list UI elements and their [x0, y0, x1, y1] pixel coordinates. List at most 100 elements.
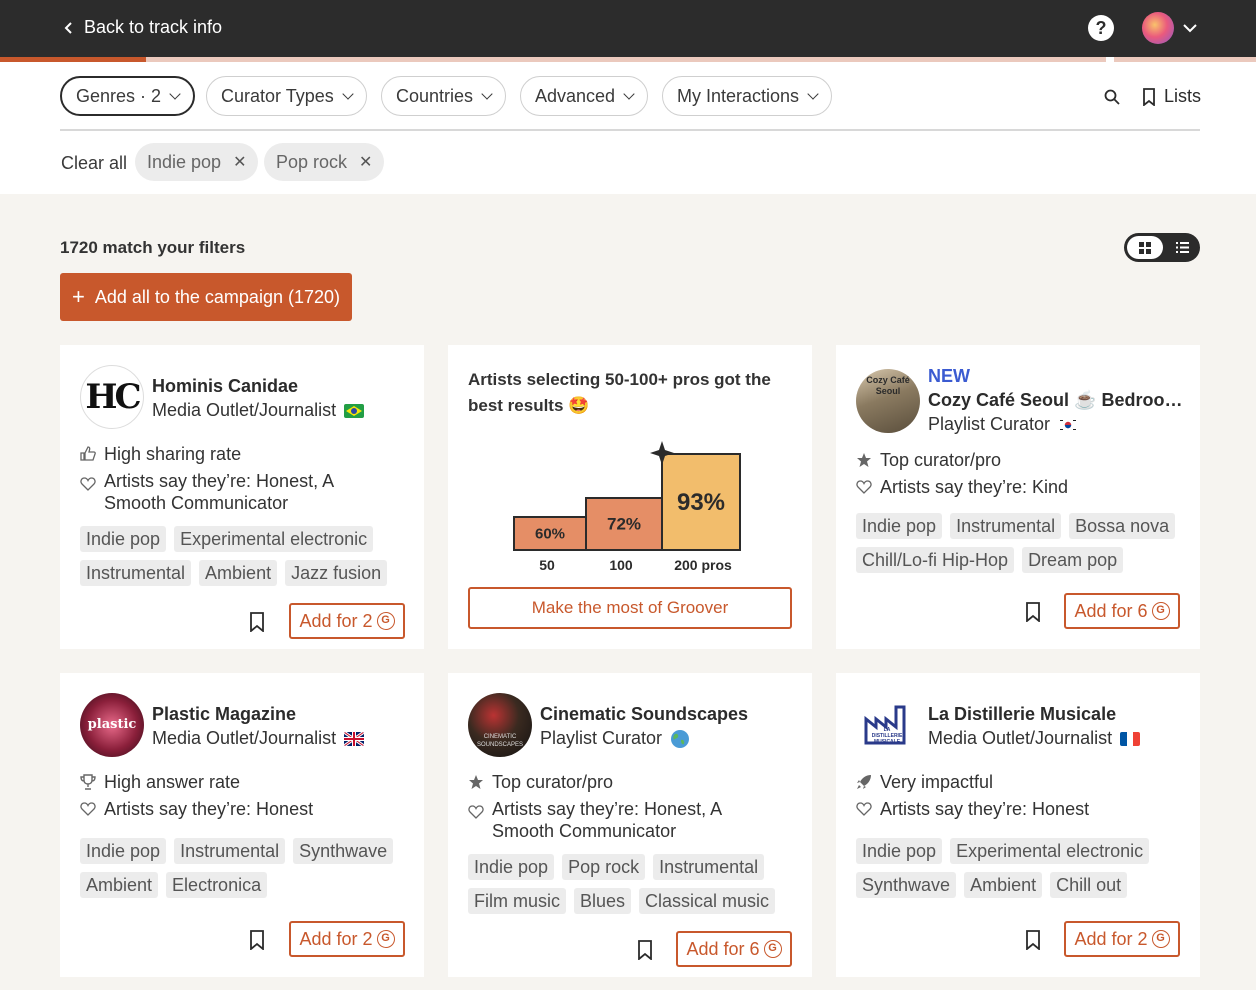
- thumbs-up-icon: [80, 446, 96, 461]
- my-interactions-filter[interactable]: My Interactions: [662, 76, 833, 116]
- chevron-down-icon: [169, 88, 181, 100]
- avatar: CINEMATIC SOUNDSCAPES: [468, 693, 532, 757]
- genre-tag: Electronica: [166, 872, 268, 898]
- add-label: Add for 2: [299, 928, 373, 949]
- my-interactions-label: My Interactions: [677, 85, 800, 106]
- heart-icon: [80, 477, 96, 491]
- curator-name: La Distillerie Musicale: [928, 704, 1117, 724]
- bookmark-icon[interactable]: [1025, 602, 1041, 622]
- genre-tag: Synthwave: [856, 872, 957, 898]
- add-to-campaign-button[interactable]: Add for 2 G: [289, 603, 405, 639]
- genre-tag: Instrumental: [653, 854, 765, 880]
- genre-tag: Blues: [574, 888, 632, 914]
- close-icon[interactable]: ✕: [359, 152, 372, 172]
- chart-category-label: 100: [609, 557, 633, 573]
- view-toggle: [1124, 233, 1200, 262]
- heart-icon: [856, 802, 872, 816]
- coin-icon: G: [376, 612, 395, 630]
- bookmark-icon[interactable]: [249, 612, 265, 632]
- curator-type-label: Media Outlet/Journalist: [152, 400, 337, 420]
- curator-type: Playlist Curator: [928, 414, 1079, 435]
- genre-tag: Dream pop: [1022, 547, 1124, 573]
- grid-view-icon[interactable]: [1127, 236, 1163, 259]
- curator-card[interactable]: CINEMATIC SOUNDSCAPES Cinematic Soundsca…: [448, 673, 812, 977]
- chart-value-label: 72%: [607, 515, 641, 534]
- coin-icon: G: [763, 940, 782, 958]
- genre-tag: Indie pop: [80, 838, 167, 864]
- promo-card: Artists selecting 50-100+ pros got the b…: [448, 345, 812, 649]
- genre-tags: Indie pop Instrumental Synthwave Ambient…: [80, 838, 410, 898]
- bookmark-icon[interactable]: [637, 940, 653, 960]
- genre-tag: Bossa nova: [1069, 513, 1176, 539]
- south-korea-flag-icon: [1058, 417, 1079, 432]
- heart-icon: [856, 480, 872, 494]
- lists-label: Lists: [1164, 86, 1202, 106]
- chip-pop-rock[interactable]: Pop rock ✕: [264, 143, 385, 181]
- genres-label: Genres · 2: [76, 85, 162, 106]
- close-icon[interactable]: ✕: [233, 152, 246, 172]
- search-icon[interactable]: [1104, 89, 1120, 105]
- uk-flag-icon: [344, 731, 365, 746]
- genre-tag: Classical music: [639, 888, 776, 914]
- stat-label: Top curator/pro: [492, 772, 614, 792]
- globe-icon: [671, 729, 690, 748]
- bookmark-icon[interactable]: [1025, 930, 1041, 950]
- stat-label: Artists say they’re: Honest: [104, 799, 314, 819]
- brazil-flag-icon: [344, 403, 365, 418]
- stat-label: Artists say they’re: Honest, A Smooth Co…: [492, 799, 722, 841]
- avatar-text: LA DISTILLERIE MUSICALE: [871, 727, 903, 745]
- advanced-filter[interactable]: Advanced: [520, 76, 649, 116]
- avatar-text: Cozy Café Seoul: [866, 375, 910, 396]
- curator-card[interactable]: HC Hominis Canidae Media Outlet/Journali…: [60, 345, 424, 649]
- trophy-icon: [80, 774, 96, 790]
- add-to-campaign-button[interactable]: Add for 6 G: [676, 931, 792, 967]
- add-all-label: Add all to the campaign (1720): [94, 286, 340, 307]
- chevron-left-icon: [64, 21, 72, 34]
- add-to-campaign-button[interactable]: Add for 6 G: [1064, 593, 1180, 629]
- results-bar-chart: 60% 50 72% 100 93% 200 pros: [513, 441, 741, 573]
- avatar-text: CINEMATIC SOUNDSCAPES: [476, 734, 523, 748]
- make-the-most-of-groover-button[interactable]: Make the most of Groover: [468, 587, 792, 629]
- stat-label: Artists say they’re: Honest: [880, 799, 1090, 819]
- chip-indie-pop[interactable]: Indie pop ✕: [135, 143, 259, 181]
- curator-types-label: Curator Types: [221, 85, 334, 106]
- chevron-down-icon[interactable]: [1182, 20, 1198, 36]
- stat-label: High answer rate: [104, 772, 241, 792]
- add-all-to-campaign-button[interactable]: + Add all to the campaign (1720): [60, 273, 352, 321]
- stat-item: Artists say they’re: Honest, A Smooth Co…: [468, 798, 768, 842]
- coin-icon: G: [1151, 602, 1170, 620]
- help-icon[interactable]: ?: [1088, 15, 1114, 41]
- back-to-track-info-link[interactable]: Back to track info: [64, 17, 222, 38]
- user-avatar[interactable]: [1142, 12, 1174, 44]
- stat-label: Artists say they’re: Kind: [880, 477, 1069, 497]
- clear-all-button[interactable]: Clear all: [61, 153, 127, 174]
- add-to-campaign-button[interactable]: Add for 2 G: [289, 921, 405, 957]
- curator-card[interactable]: plastic Plastic Magazine Media Outlet/Jo…: [60, 673, 424, 977]
- avatar: HC: [80, 365, 144, 429]
- list-view-icon[interactable]: [1166, 236, 1198, 259]
- avatar-text: HC: [85, 377, 141, 417]
- curator-type: Media Outlet/Journalist: [928, 728, 1141, 749]
- chart-category-label: 200 pros: [674, 557, 732, 573]
- chevron-down-icon: [481, 88, 493, 100]
- curator-name: Hominis Canidae: [152, 376, 299, 396]
- curator-types-filter[interactable]: Curator Types: [206, 76, 367, 116]
- curator-card[interactable]: Cozy Café Seoul NEW Cozy Café Seoul ☕ Be…: [836, 345, 1200, 649]
- chevron-down-icon: [342, 88, 354, 100]
- stat-item: Top curator/pro: [468, 771, 613, 793]
- add-label: Add for 6: [1074, 600, 1148, 621]
- genres-filter[interactable]: Genres · 2: [60, 76, 196, 116]
- add-to-campaign-button[interactable]: Add for 2 G: [1064, 921, 1180, 957]
- advanced-label: Advanced: [535, 85, 616, 106]
- lists-button[interactable]: Lists: [1142, 86, 1201, 107]
- stat-item: Artists say they’re: Honest: [80, 798, 313, 820]
- countries-filter[interactable]: Countries: [381, 76, 507, 116]
- chart-category-label: 50: [539, 557, 555, 573]
- curator-type-label: Playlist Curator: [928, 414, 1051, 434]
- curator-card[interactable]: LA DISTILLERIE MUSICALE La Distillerie M…: [836, 673, 1200, 977]
- genre-tag: Indie pop: [856, 513, 943, 539]
- promo-title: Artists selecting 50-100+ pros got the b…: [468, 370, 771, 415]
- bookmark-icon[interactable]: [249, 930, 265, 950]
- bookmark-icon: [1143, 87, 1155, 106]
- avatar: plastic: [80, 693, 144, 757]
